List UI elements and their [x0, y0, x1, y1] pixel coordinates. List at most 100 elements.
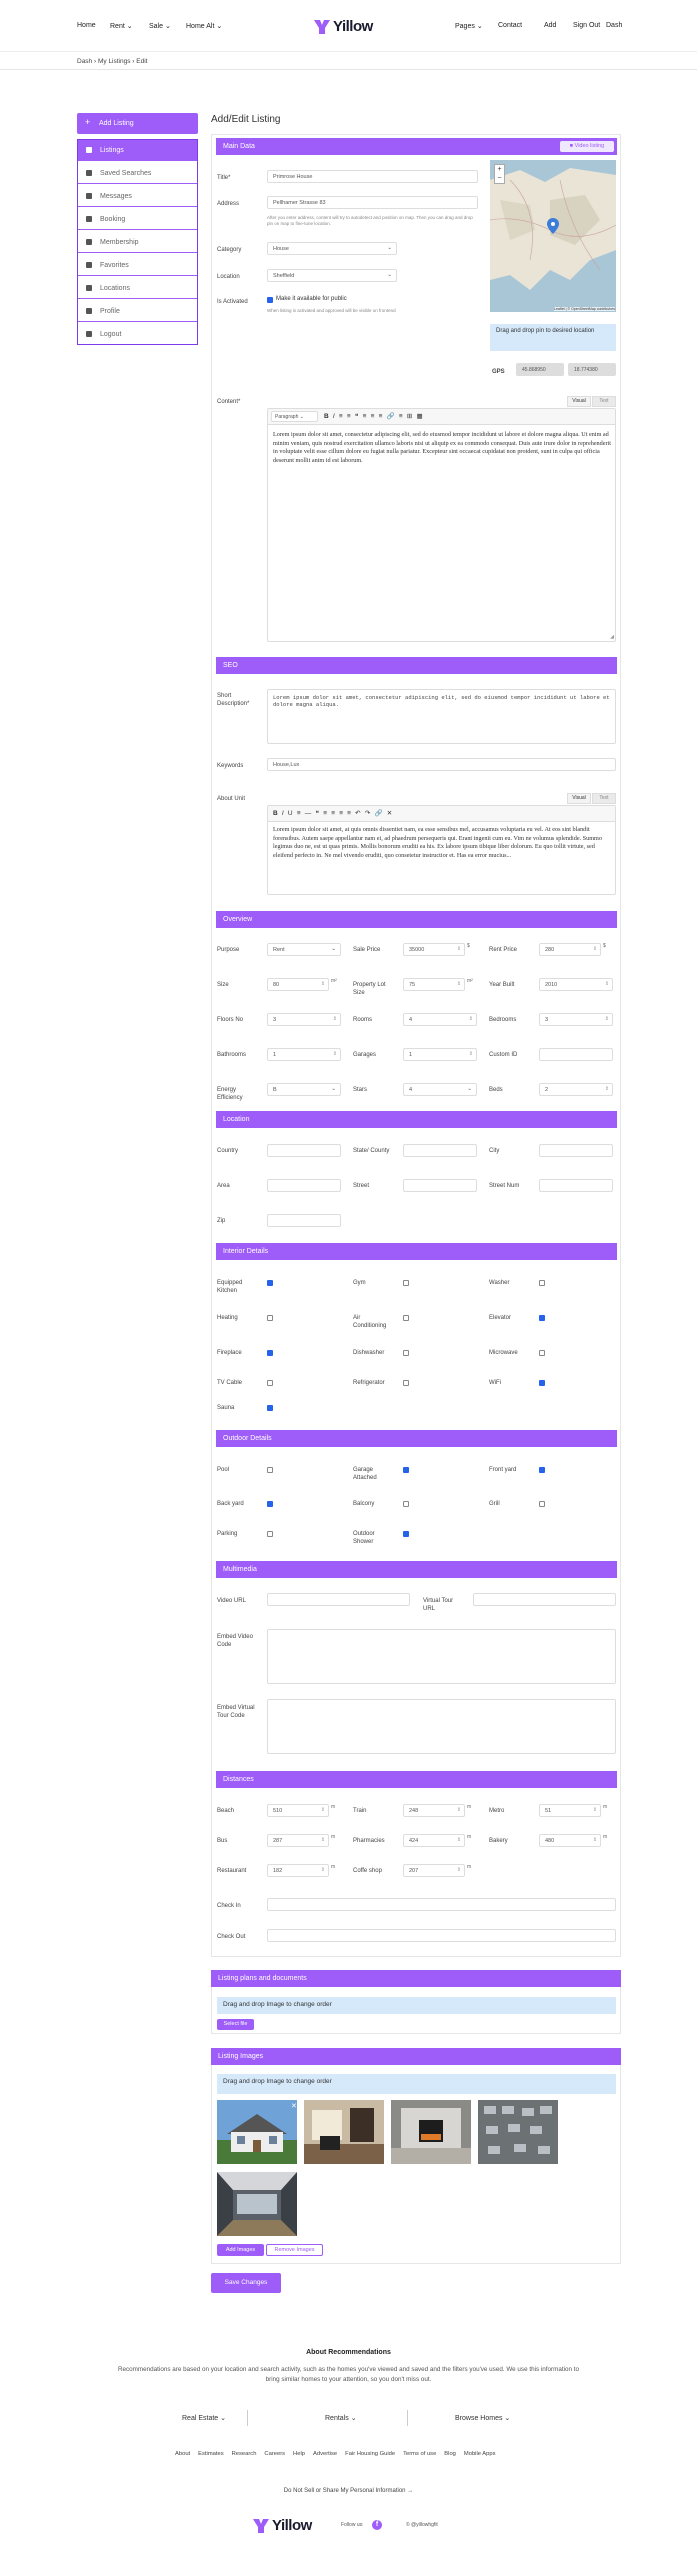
footer-link-estimates[interactable]: Estimates: [198, 2451, 223, 2457]
content-editor[interactable]: Paragraph ⌄ BI≡≡❝≡≡≡🔗≡⊞▦ Lorem ipsum dol…: [267, 408, 616, 642]
nav-rent[interactable]: Rent ⌄: [110, 22, 133, 30]
stepper-icon[interactable]: ⇕: [321, 981, 325, 987]
restaurant-distance-input[interactable]: 182 ⇕: [267, 1864, 329, 1877]
stepper-icon[interactable]: ⇕: [457, 946, 461, 952]
street-input[interactable]: [403, 1179, 477, 1192]
map-zoom-controls[interactable]: + −: [494, 164, 505, 184]
about-editor[interactable]: BIU≡—❝≡≡≡≡↶↷🔗✕ Lorem ipsum dolor sit ame…: [267, 805, 616, 895]
sidebar-item-messages[interactable]: Messages: [78, 186, 197, 207]
washer-checkbox[interactable]: [539, 1280, 545, 1286]
location-map[interactable]: + − Leaflet | © OpenStreetMap contributor…: [490, 160, 616, 312]
gps-lat-input[interactable]: 45.868950: [516, 363, 564, 376]
footer-link-terms[interactable]: Terms of use: [403, 2451, 436, 2457]
add-images-button[interactable]: Add Images: [217, 2244, 264, 2256]
footer-link-careers[interactable]: Careers: [264, 2451, 285, 2457]
listing-image-living-room[interactable]: [391, 2100, 471, 2164]
nav-contact[interactable]: Contact: [498, 22, 522, 29]
sidebar-item-favorites[interactable]: Favorites: [78, 255, 197, 276]
nav-pages[interactable]: Pages ⌄: [455, 22, 483, 30]
grill-checkbox[interactable]: [539, 1501, 545, 1507]
footer-link-fair-housing[interactable]: Fair Housing Guide: [345, 2451, 395, 2457]
coffe-shop-distance-input[interactable]: 207 ⇕: [403, 1864, 465, 1877]
sidebar-item-booking[interactable]: Booking: [78, 209, 197, 230]
area-input[interactable]: [267, 1179, 341, 1192]
stepper-icon[interactable]: ⇕: [605, 1086, 609, 1092]
outdoor-shower-checkbox[interactable]: [403, 1531, 409, 1537]
tour-url-input[interactable]: [473, 1593, 616, 1606]
sidebar-item-saved-searches[interactable]: Saved Searches: [78, 163, 197, 184]
equipped-kitchen-checkbox[interactable]: [267, 1280, 273, 1286]
stepper-icon[interactable]: ⇕: [593, 946, 597, 952]
video-url-input[interactable]: [267, 1593, 410, 1606]
stars-select[interactable]: 4 ⌄: [403, 1083, 477, 1096]
stepper-icon[interactable]: ⇕: [321, 1807, 325, 1813]
stepper-icon[interactable]: ⇕: [321, 1837, 325, 1843]
breadcrumb-my-listings[interactable]: My Listings: [98, 58, 131, 65]
footer-link-mobile-apps[interactable]: Mobile Apps: [464, 2451, 496, 2457]
gps-lng-input[interactable]: 18.774380: [568, 363, 616, 376]
rooms-input[interactable]: 4 ⇕: [403, 1013, 477, 1026]
address-input[interactable]: Pellhamer Strasse 83: [267, 196, 478, 209]
fireplace-checkbox[interactable]: [267, 1350, 273, 1356]
embed-tour-textarea[interactable]: [267, 1699, 616, 1754]
map-pin-icon[interactable]: [547, 218, 559, 234]
heating-checkbox[interactable]: [267, 1315, 273, 1321]
listing-image-garage[interactable]: [217, 2172, 297, 2236]
train-distance-input[interactable]: 248 ⇕: [403, 1804, 465, 1817]
listing-image-interior[interactable]: [304, 2100, 384, 2164]
street-num-input[interactable]: [539, 1179, 613, 1192]
sauna-checkbox[interactable]: [267, 1405, 273, 1411]
keywords-input[interactable]: House,Lux: [267, 758, 616, 771]
about-tab-visual[interactable]: Visual: [567, 793, 591, 804]
remove-images-button[interactable]: Remove Images: [266, 2244, 323, 2256]
rent-price-input[interactable]: 280 ⇕: [539, 943, 601, 956]
front-yard-checkbox[interactable]: [539, 1467, 545, 1473]
elevator-checkbox[interactable]: [539, 1315, 545, 1321]
garage-attached-checkbox[interactable]: [403, 1467, 409, 1473]
parking-checkbox[interactable]: [267, 1531, 273, 1537]
sidebar-item-logout[interactable]: Logout: [78, 324, 197, 345]
refrigerator-checkbox[interactable]: [403, 1380, 409, 1386]
bakery-distance-input[interactable]: 480 ⇕: [539, 1834, 601, 1847]
sidebar-item-membership[interactable]: Membership: [78, 232, 197, 253]
stepper-icon[interactable]: ⇕: [457, 1837, 461, 1843]
gym-checkbox[interactable]: [403, 1280, 409, 1286]
custom-id-input[interactable]: [539, 1048, 613, 1061]
stepper-icon[interactable]: ⇕: [605, 1016, 609, 1022]
about-tab-text[interactable]: Text: [592, 793, 616, 804]
tab-visual[interactable]: Visual: [567, 396, 591, 407]
wifi-checkbox[interactable]: [539, 1380, 545, 1386]
stepper-icon[interactable]: ⇕: [593, 1837, 597, 1843]
listing-image-parking[interactable]: [478, 2100, 558, 2164]
nav-add[interactable]: Add: [544, 22, 556, 29]
stepper-icon[interactable]: ⇕: [605, 981, 609, 987]
about-format-buttons[interactable]: BIU≡—❝≡≡≡≡↶↷🔗✕: [273, 809, 396, 817]
checkout-input[interactable]: [267, 1929, 616, 1942]
title-input[interactable]: Primrose House: [267, 170, 478, 183]
sidebar-item-profile[interactable]: Profile: [78, 301, 197, 322]
bedrooms-input[interactable]: 3 ⇕: [539, 1013, 613, 1026]
save-changes-button[interactable]: Save Changes: [211, 2273, 281, 2293]
purpose-select[interactable]: Rent ⌄: [267, 943, 341, 956]
breadcrumb-dash[interactable]: Dash: [77, 58, 92, 65]
listing-image-house[interactable]: ✕: [217, 2100, 297, 2164]
dishwasher-checkbox[interactable]: [403, 1350, 409, 1356]
category-select[interactable]: House ⌄: [267, 242, 397, 255]
beach-distance-input[interactable]: 510 ⇕: [267, 1804, 329, 1817]
stepper-icon[interactable]: ⇕: [321, 1867, 325, 1873]
video-listing-button[interactable]: ■ Video listing: [560, 141, 614, 152]
city-input[interactable]: [539, 1144, 613, 1157]
do-not-sell-link[interactable]: Do Not Sell or Share My Personal Informa…: [0, 2488, 697, 2494]
activated-checkbox[interactable]: [267, 297, 273, 303]
energy-efficiency-select[interactable]: B ⌄: [267, 1083, 341, 1096]
footer-dropdown-real-estate[interactable]: Real Estate ⌄: [182, 2414, 226, 2422]
nav-home-alt[interactable]: Home Alt ⌄: [186, 22, 222, 30]
logo[interactable]: Yillow: [313, 15, 388, 37]
footer-link-advertise[interactable]: Advertise: [313, 2451, 337, 2457]
stepper-icon[interactable]: ⇕: [457, 1807, 461, 1813]
nav-dash[interactable]: Dash: [606, 22, 622, 29]
balcony-checkbox[interactable]: [403, 1501, 409, 1507]
tv-cable-checkbox[interactable]: [267, 1380, 273, 1386]
embed-video-textarea[interactable]: [267, 1629, 616, 1684]
sale-price-input[interactable]: 35000 ⇕: [403, 943, 465, 956]
